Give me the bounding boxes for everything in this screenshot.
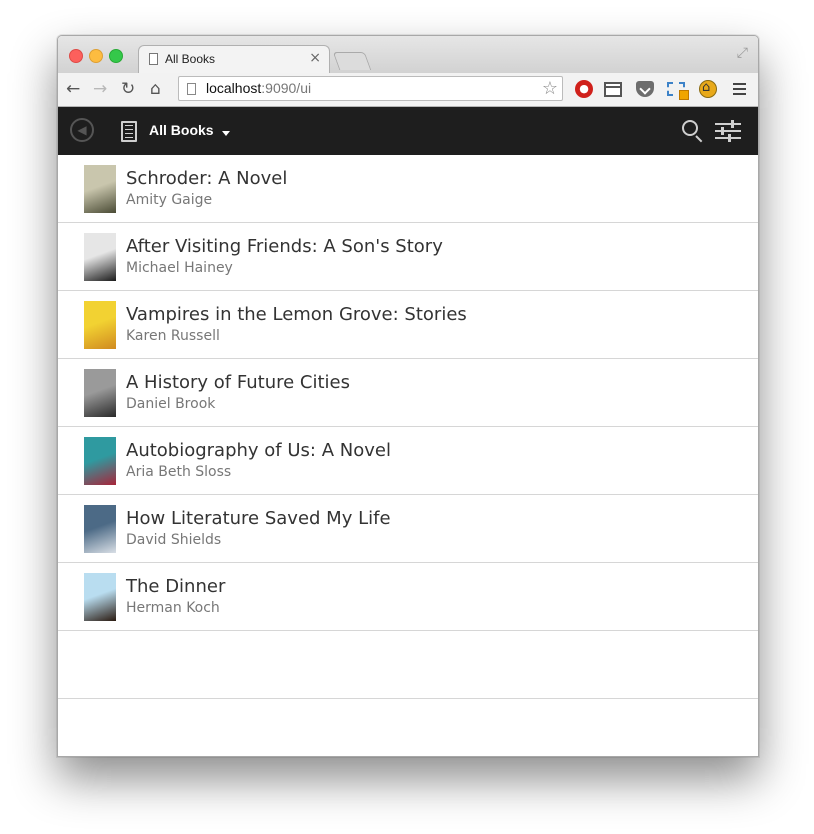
book-title: The Dinner: [126, 576, 226, 597]
book-title: A History of Future Cities: [126, 372, 350, 393]
list-item[interactable]: The Dinner Herman Koch: [58, 563, 758, 631]
search-icon[interactable]: [682, 120, 698, 136]
bookmark-star-icon[interactable]: ☆: [542, 78, 558, 99]
list-item[interactable]: Autobiography of Us: A Novel Aria Beth S…: [58, 427, 758, 495]
book-title: Vampires in the Lemon Grove: Stories: [126, 304, 467, 325]
browser-menu-icon[interactable]: [733, 83, 746, 95]
home-extension-icon[interactable]: [699, 80, 717, 98]
book-author: Herman Koch: [126, 600, 220, 616]
url-path: :9090/ui: [261, 80, 312, 96]
book-cover: [84, 437, 116, 485]
window-minimize-button[interactable]: [89, 49, 103, 63]
chevron-down-icon[interactable]: [222, 131, 230, 136]
back-circle-icon[interactable]: ◀: [70, 118, 94, 142]
library-list-icon[interactable]: [121, 121, 137, 142]
window-close-button[interactable]: [69, 49, 83, 63]
book-cover: [84, 165, 116, 213]
screenshot-extension-icon[interactable]: [667, 82, 689, 100]
book-title: Schroder: A Novel: [126, 168, 288, 189]
tab-strip: All Books × ⤢: [58, 36, 758, 74]
url-text[interactable]: localhost:9090/ui: [206, 80, 311, 96]
back-arrow-icon[interactable]: ←: [66, 79, 80, 99]
new-tab-button[interactable]: [332, 52, 372, 70]
browser-toolbar: ← → ↻ ⌂ localhost:9090/ui ☆ ●: [58, 73, 758, 107]
book-author: David Shields: [126, 532, 222, 548]
page-icon: [187, 83, 196, 95]
book-author: Amity Gaige: [126, 192, 213, 208]
book-title: Autobiography of Us: A Novel: [126, 440, 391, 461]
browser-tab[interactable]: All Books ×: [138, 45, 330, 74]
list-item[interactable]: A History of Future Cities Daniel Brook: [58, 359, 758, 427]
empty-list-row: [58, 631, 758, 699]
document-icon: [149, 53, 158, 65]
list-item[interactable]: Schroder: A Novel Amity Gaige: [58, 155, 758, 223]
app-header: ◀ All Books: [58, 107, 758, 155]
list-item[interactable]: After Visiting Friends: A Son's Story Mi…: [58, 223, 758, 291]
reload-icon[interactable]: ↻: [121, 79, 135, 99]
forward-arrow-icon[interactable]: →: [93, 79, 107, 99]
tab-title: All Books: [165, 52, 216, 66]
library-dropdown[interactable]: All Books: [149, 122, 214, 138]
window-extension-icon[interactable]: [604, 82, 622, 97]
home-icon[interactable]: ⌂: [150, 79, 161, 99]
fullscreen-icon[interactable]: ⤢: [737, 45, 748, 61]
browser-window: All Books × ⤢ ← → ↻ ⌂ localhost:9090/ui …: [57, 35, 759, 757]
filter-sliders-icon[interactable]: [715, 119, 741, 143]
book-cover: [84, 573, 116, 621]
book-cover: [84, 301, 116, 349]
book-title: How Literature Saved My Life: [126, 508, 391, 529]
adblock-extension-icon[interactable]: ●: [575, 80, 593, 98]
book-list: Schroder: A Novel Amity Gaige After Visi…: [58, 155, 758, 699]
book-author: Michael Hainey: [126, 260, 233, 276]
book-cover: [84, 233, 116, 281]
address-bar[interactable]: localhost:9090/ui ☆: [178, 76, 563, 101]
pocket-extension-icon[interactable]: [636, 81, 654, 97]
tab-close-button[interactable]: ×: [309, 50, 321, 66]
book-cover: [84, 369, 116, 417]
window-maximize-button[interactable]: [109, 49, 123, 63]
book-title: After Visiting Friends: A Son's Story: [126, 236, 443, 257]
list-item[interactable]: How Literature Saved My Life David Shiel…: [58, 495, 758, 563]
book-author: Karen Russell: [126, 328, 220, 344]
url-host: localhost: [206, 80, 262, 96]
book-author: Aria Beth Sloss: [126, 464, 232, 480]
list-item[interactable]: Vampires in the Lemon Grove: Stories Kar…: [58, 291, 758, 359]
book-author: Daniel Brook: [126, 396, 216, 412]
book-cover: [84, 505, 116, 553]
